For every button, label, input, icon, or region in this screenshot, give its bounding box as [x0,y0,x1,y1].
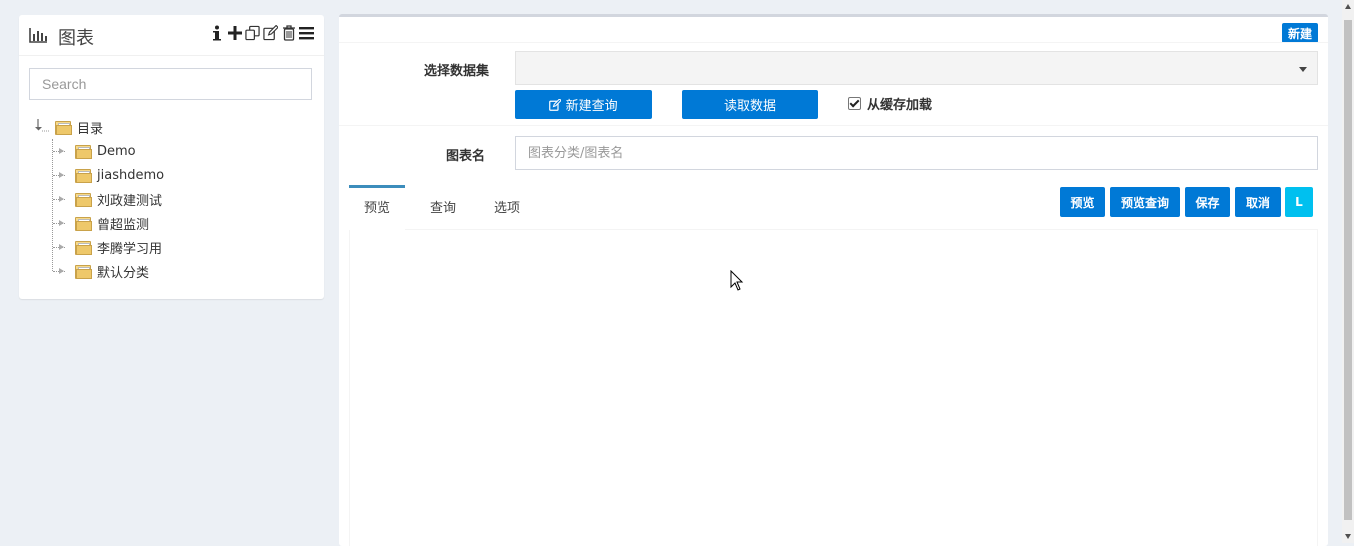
tab-query[interactable]: 查询 [415,185,471,229]
edit-icon[interactable] [263,23,278,43]
tree-node[interactable]: 曾超监测 [53,211,313,235]
tree-node[interactable]: 默认分类 [53,259,313,283]
panel-toolbar [209,23,314,43]
tree-expand-icon[interactable] [53,139,75,163]
dataset-select[interactable] [515,51,1318,85]
save-button[interactable]: 保存 [1185,187,1230,217]
new-query-button[interactable]: 新建查询 [515,90,652,119]
tree-expand-icon[interactable] [53,235,75,259]
cache-label: 从缓存加载 [867,98,933,113]
folder-open-icon [55,120,72,135]
folder-icon [75,240,92,255]
copy-icon[interactable] [245,23,260,43]
trash-icon[interactable] [281,23,296,43]
panel-title-text: 图表 [58,28,94,49]
info-icon[interactable] [209,23,224,43]
tab-preview[interactable]: 预览 [349,185,406,232]
chart-editor-panel: 新建 选择数据集 新建查询 读取数据 从缓存加载 图表名 预览 查询 选项 预览… [339,14,1328,546]
l-button[interactable]: L [1285,187,1313,217]
tree-node-label: 目录 [77,121,104,137]
tree-node-label: 刘政建测试 [97,193,163,209]
scroll-down-icon[interactable] [1345,534,1351,539]
cancel-button[interactable]: 取消 [1235,187,1281,217]
tree-node-label: Demo [97,143,136,159]
divider [339,42,1328,43]
scroll-thumb[interactable] [1344,20,1352,520]
preview-button[interactable]: 预览 [1060,187,1105,217]
tree-node[interactable]: Demo [53,139,313,163]
page-scrollbar[interactable] [1342,0,1354,543]
cache-checkbox[interactable] [848,97,861,110]
chart-tree-panel: 图表 目录 Demo [19,15,324,299]
divider [339,125,1328,126]
plus-icon[interactable] [227,23,242,43]
tree-node[interactable]: jiashdemo [53,163,313,187]
category-tree: 目录 Demo jiashdemo 刘政建测试 曾超监测 李腾学习用 默认分类 [33,115,313,283]
panel-header: 图表 [19,15,324,56]
mouse-cursor-icon [730,269,744,296]
tree-expand-icon[interactable] [53,163,75,187]
tree-node[interactable]: 李腾学习用 [53,235,313,259]
new-query-label: 新建查询 [565,99,618,114]
bar-chart-icon [29,27,48,48]
preview-area [349,230,1318,546]
tree-expand-icon[interactable] [53,211,75,235]
tree-node-label: 曾超监测 [97,217,150,233]
preview-query-button[interactable]: 预览查询 [1110,187,1180,217]
panel-title: 图表 [29,24,94,50]
tree-children: Demo jiashdemo 刘政建测试 曾超监测 李腾学习用 默认分类 [33,139,313,283]
folder-icon [75,192,92,207]
tree-node-label: jiashdemo [97,167,165,183]
folder-icon [75,168,92,183]
folder-icon [75,144,92,159]
scroll-up-icon[interactable] [1345,4,1351,9]
tab-options[interactable]: 选项 [479,185,535,229]
tree-expand-icon[interactable] [53,259,75,283]
menu-icon[interactable] [299,23,314,43]
tree-node-root[interactable]: 目录 [33,115,313,139]
new-chart-button[interactable]: 新建 [1281,23,1318,43]
dataset-label: 选择数据集 [423,64,489,79]
edit-icon [549,98,563,114]
cache-option[interactable]: 从缓存加载 [848,94,932,113]
search-input[interactable] [29,68,312,100]
read-data-button[interactable]: 读取数据 [682,90,818,119]
tree-node-label: 默认分类 [97,265,150,281]
tree-node-label: 李腾学习用 [97,241,163,257]
tree-collapse-icon[interactable] [33,115,55,139]
chart-name-input[interactable] [515,136,1318,170]
folder-icon [75,216,92,231]
chart-name-label: 图表名 [445,149,485,164]
folder-icon [75,264,92,279]
tree-expand-icon[interactable] [53,187,75,211]
chevron-down-icon [1299,67,1307,72]
tree-node[interactable]: 刘政建测试 [53,187,313,211]
